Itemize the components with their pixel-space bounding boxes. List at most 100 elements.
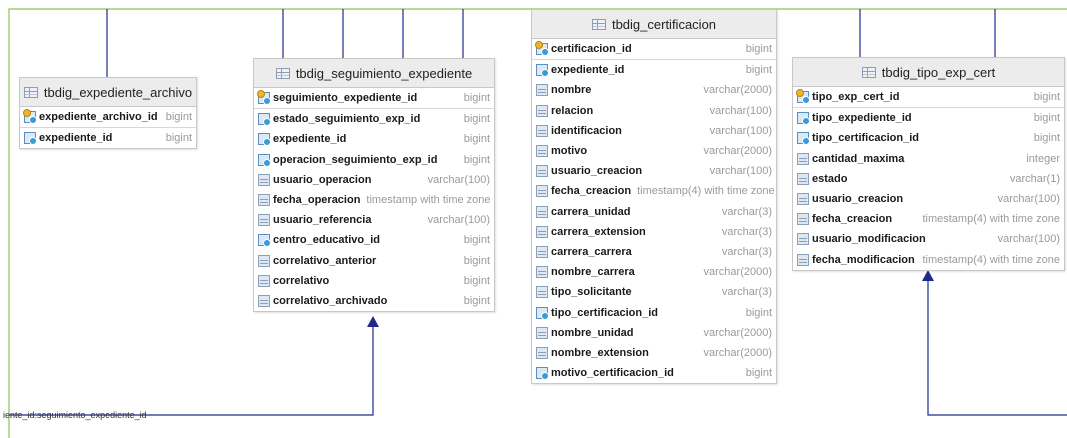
column-icon — [536, 84, 548, 97]
column-name: fecha_modificacion — [812, 253, 915, 266]
table-header[interactable]: tbdig_expediente_archivo — [20, 78, 196, 107]
column-row[interactable]: operacion_seguimiento_exp_id bigint — [254, 150, 494, 170]
column-row[interactable]: nombre varchar(2000) — [532, 80, 776, 100]
column-icon — [797, 253, 809, 266]
column-name: motivo — [551, 145, 588, 158]
column-row[interactable]: seguimiento_expediente_id bigint — [254, 88, 494, 110]
column-row[interactable]: identificacion varchar(100) — [532, 121, 776, 141]
column-name: tipo_solicitante — [551, 286, 632, 299]
table-title: tbdig_seguimiento_expediente — [295, 65, 473, 81]
column-row[interactable]: correlativo bigint — [254, 271, 494, 291]
column-type: bigint — [745, 43, 772, 56]
column-icon — [536, 124, 548, 137]
column-row[interactable]: carrera_unidad varchar(3) — [532, 202, 776, 222]
column-name: fecha_creacion — [812, 213, 893, 226]
table-header[interactable]: tbdig_certificacion — [532, 10, 776, 39]
table-icon — [591, 18, 606, 30]
table-header[interactable]: tbdig_tipo_exp_cert — [793, 58, 1064, 87]
column-row[interactable]: certificacion_id bigint — [532, 39, 776, 61]
column-name: tipo_certificacion_id — [551, 306, 658, 319]
column-row[interactable]: estado varchar(1) — [793, 169, 1064, 189]
column-row[interactable]: fecha_modificacion timestamp(4) with time… — [793, 250, 1064, 270]
column-row[interactable]: tipo_expediente_id bigint — [793, 108, 1064, 128]
column-row[interactable]: motivo_certificacion_id bigint — [532, 363, 776, 383]
column-type: varchar(100) — [427, 214, 490, 227]
column-row[interactable]: expediente_id bigint — [532, 60, 776, 80]
column-type: bigint — [463, 274, 490, 287]
foreign-key-icon — [536, 64, 549, 78]
column-row[interactable]: nombre_unidad varchar(2000) — [532, 323, 776, 343]
column-name: correlativo — [273, 274, 330, 287]
column-row[interactable]: correlativo_archivado bigint — [254, 291, 494, 311]
table-title: tbdig_expediente_archivo — [43, 84, 193, 100]
column-row[interactable]: usuario_operacion varchar(100) — [254, 170, 494, 190]
column-name: operacion_seguimiento_exp_id — [273, 153, 438, 166]
column-name: nombre_unidad — [551, 326, 634, 339]
column-type: varchar(2000) — [703, 346, 772, 359]
column-row[interactable]: fecha_operacion timestamp with time zone — [254, 190, 494, 210]
column-row[interactable]: expediente_id bigint — [254, 129, 494, 149]
column-type: bigint — [745, 367, 772, 380]
column-row[interactable]: cantidad_maxima integer — [793, 149, 1064, 169]
column-row[interactable]: expediente_id bigint — [20, 128, 196, 148]
column-type: varchar(100) — [709, 165, 772, 178]
column-icon — [536, 346, 548, 359]
column-row[interactable]: carrera_extension varchar(3) — [532, 222, 776, 242]
table-tbdig-expediente-archivo[interactable]: tbdig_expediente_archivo expediente_archi… — [19, 77, 197, 150]
column-row[interactable]: tipo_solicitante varchar(3) — [532, 282, 776, 302]
table-tbdig-seguimiento-expediente[interactable]: tbdig_seguimiento_expediente seguimiento_… — [253, 58, 495, 313]
column-row[interactable]: expediente_archivo_id bigint — [20, 107, 196, 129]
column-row[interactable]: estado_seguimiento_exp_id bigint — [254, 109, 494, 129]
column-row[interactable]: fecha_creacion timestamp(4) with time zon… — [532, 181, 776, 201]
column-row[interactable]: usuario_creacion varchar(100) — [793, 189, 1064, 209]
table-header[interactable]: tbdig_seguimiento_expediente — [254, 59, 494, 88]
column-row[interactable]: usuario_creacion varchar(100) — [532, 161, 776, 181]
foreign-key-icon — [24, 132, 37, 146]
column-row[interactable]: fecha_creacion timestamp(4) with time zon… — [793, 209, 1064, 229]
column-name: fecha_creacion — [551, 185, 632, 198]
diagram-canvas[interactable]: iente_id:seguimiento_expediente_id tbdig… — [0, 0, 1067, 438]
column-type: bigint — [745, 64, 772, 77]
column-icon — [258, 173, 270, 186]
column-type: varchar(3) — [721, 245, 772, 258]
column-name: seguimiento_expediente_id — [273, 92, 418, 105]
column-name: fecha_operacion — [273, 194, 361, 207]
column-type: varchar(2000) — [703, 326, 772, 339]
column-row[interactable]: nombre_carrera varchar(2000) — [532, 262, 776, 282]
column-row[interactable]: tipo_certificacion_id bigint — [532, 302, 776, 322]
column-type: varchar(100) — [997, 233, 1060, 246]
relation-line — [9, 324, 374, 416]
column-type: varchar(2000) — [703, 84, 772, 97]
column-row[interactable]: tipo_certificacion_id bigint — [793, 128, 1064, 148]
column-name: expediente_id — [273, 133, 347, 146]
column-icon — [536, 245, 548, 258]
foreign-key-icon — [536, 367, 549, 381]
column-icon — [536, 266, 548, 279]
column-icon — [536, 286, 548, 299]
table-icon — [23, 86, 38, 98]
table-tbdig-certificacion[interactable]: tbdig_certificacion certificacion_id bigin… — [531, 9, 777, 385]
column-type: bigint — [463, 294, 490, 307]
column-row[interactable]: motivo varchar(2000) — [532, 141, 776, 161]
column-type: timestamp(4) with time zone — [922, 213, 1060, 226]
column-name: usuario_modificacion — [812, 233, 926, 246]
column-icon — [797, 213, 809, 226]
column-row[interactable]: centro_educativo_id bigint — [254, 230, 494, 250]
relation-arrow-icon — [922, 270, 934, 281]
column-row[interactable]: carrera_carrera varchar(3) — [532, 242, 776, 262]
column-row[interactable]: usuario_referencia varchar(100) — [254, 210, 494, 230]
foreign-key-icon — [797, 112, 810, 126]
column-row[interactable]: relacion varchar(100) — [532, 101, 776, 121]
column-type: bigint — [1033, 132, 1060, 145]
column-name: estado — [812, 172, 848, 185]
column-row[interactable]: correlativo_anterior bigint — [254, 251, 494, 271]
column-row[interactable]: tipo_exp_cert_id bigint — [793, 87, 1064, 109]
column-icon — [797, 233, 809, 246]
table-tbdig-tipo-exp-cert[interactable]: tbdig_tipo_exp_cert tipo_exp_cert_id bigin… — [792, 57, 1065, 271]
column-row[interactable]: nombre_extension varchar(2000) — [532, 343, 776, 363]
primary-key-icon — [23, 109, 37, 125]
column-row[interactable]: usuario_modificacion varchar(100) — [793, 229, 1064, 249]
foreign-key-icon — [258, 133, 271, 147]
column-icon — [536, 104, 548, 117]
column-type: varchar(2000) — [703, 145, 772, 158]
